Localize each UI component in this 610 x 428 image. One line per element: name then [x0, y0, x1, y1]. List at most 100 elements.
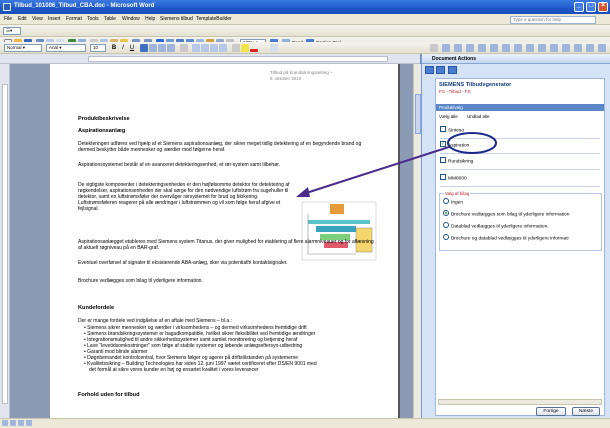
divider	[440, 169, 600, 170]
web-view-icon[interactable]	[10, 420, 16, 426]
home-icon[interactable]	[447, 66, 457, 74]
normal-view-icon[interactable]	[2, 420, 8, 426]
line-color-icon[interactable]	[574, 44, 582, 52]
shapes-icon[interactable]	[442, 44, 450, 52]
print-view-icon[interactable]	[18, 420, 24, 426]
select-all-link[interactable]: Vælg alle	[439, 114, 458, 119]
minimize-button[interactable]: _	[574, 2, 584, 12]
fill-color-icon[interactable]	[562, 44, 570, 52]
radio-none[interactable]	[443, 198, 449, 204]
divider	[440, 186, 600, 187]
radio-brochure-datasheet[interactable]	[443, 234, 449, 240]
menu-table[interactable]: Table	[104, 16, 116, 22]
formatting-toolbar: Normal ▾ Arial ▾ 10 B I U	[0, 42, 610, 54]
menu-view[interactable]: View	[32, 16, 43, 22]
menu-window[interactable]: Window	[122, 16, 140, 22]
clipart-icon[interactable]	[538, 44, 546, 52]
next-button[interactable]: Næste	[572, 407, 600, 416]
toolbar-extra: ☰▾	[0, 25, 610, 37]
help-question-input[interactable]: Type a question for help	[510, 16, 596, 24]
menu-templatebuilder[interactable]: TemplateBuilder	[196, 16, 232, 22]
drawing-tools-icon[interactable]	[430, 44, 438, 52]
forward-icon[interactable]	[436, 66, 446, 74]
close-button[interactable]: ×	[598, 2, 608, 12]
option-aspiration[interactable]: ✓ Aspiration	[440, 141, 469, 150]
document-page[interactable]: Tilbud på brandsikringsanlæg – 8. oktobe…	[50, 64, 400, 418]
menu-format[interactable]: Format	[66, 16, 82, 22]
paragraph-2: Aspirationssystemet består af en avancer…	[78, 162, 281, 168]
shadow-icon[interactable]	[586, 44, 594, 52]
menu-edit[interactable]: Edit	[18, 16, 27, 22]
benefits-intro: Der er mange fordele ved indgåelse af en…	[78, 318, 232, 324]
back-icon[interactable]	[425, 66, 434, 74]
bold-icon[interactable]: B	[110, 44, 118, 52]
styles-pane-icon[interactable]	[270, 44, 278, 52]
section-header: Produktvalg	[436, 104, 604, 111]
radio-datasheet[interactable]	[443, 222, 449, 228]
toolbar-options-dropdown[interactable]: ☰▾	[3, 27, 21, 35]
highlight-icon[interactable]	[241, 44, 249, 52]
checkbox-sinteso[interactable]	[440, 126, 446, 132]
italic-icon[interactable]: I	[119, 44, 127, 52]
checkbox-rundsikring[interactable]	[440, 157, 446, 163]
align-center-icon[interactable]	[149, 44, 157, 52]
picture-icon[interactable]	[550, 44, 558, 52]
increase-indent-icon[interactable]	[219, 44, 227, 52]
attachment-none[interactable]: Ingen	[443, 198, 463, 207]
underline-icon[interactable]: U	[128, 44, 136, 52]
menu-insert[interactable]: Insert	[48, 16, 61, 22]
generator-subtitle: FS - Tilbud - FS	[439, 89, 471, 94]
menu-siemens-tilbud[interactable]: Siemens tilbud	[160, 16, 193, 22]
oval-icon[interactable]	[490, 44, 498, 52]
option-rundsikring[interactable]: Rundsikring	[440, 157, 473, 166]
heading-product: Produktbeskrivelse	[78, 116, 130, 122]
outline-view-icon[interactable]	[26, 420, 32, 426]
paragraph-4: Aspirationsanlægget etableres med Siemen…	[78, 239, 374, 251]
paragraph-6: Brochure vedlægges som bilag til yderlig…	[78, 278, 203, 284]
font-color-icon[interactable]	[250, 49, 258, 52]
border-icon[interactable]	[232, 44, 240, 52]
style-dropdown[interactable]: Normal ▾	[4, 44, 42, 52]
previous-button[interactable]: Forrige	[536, 407, 566, 416]
align-right-icon[interactable]	[158, 44, 166, 52]
lines-icon[interactable]	[454, 44, 462, 52]
option-mm8000[interactable]: MM8000	[440, 174, 467, 183]
word-icon[interactable]	[3, 3, 11, 11]
bullets-icon[interactable]	[201, 44, 209, 52]
attachment-datasheet[interactable]: Datablad vedlægges til yderligere inform…	[443, 222, 549, 231]
wordart-icon[interactable]	[514, 44, 522, 52]
textbox-icon[interactable]	[502, 44, 510, 52]
pane-horizontal-scrollbar[interactable]	[438, 399, 602, 405]
heading-benefits: Kundefordele	[78, 305, 115, 311]
maximize-button[interactable]: □	[586, 2, 596, 12]
menu-tools[interactable]: Tools	[87, 16, 99, 22]
pane-content: SIEMENS Tilbudsgenerator FS - Tilbud - F…	[435, 78, 605, 416]
rectangle-icon[interactable]	[478, 44, 486, 52]
deselect-all-link[interactable]: Undlad alle	[467, 114, 490, 119]
menu-bar: File Edit View Insert Format Tools Table…	[0, 14, 610, 25]
checkbox-aspiration[interactable]: ✓	[440, 141, 446, 147]
attachment-brochure[interactable]: Brochure vedlægges som bilag til yderlig…	[443, 210, 569, 219]
attachment-brochure-datasheet[interactable]: Brochure og datablad vedlægges til yderl…	[443, 234, 569, 243]
style-value: Normal	[7, 45, 22, 50]
numbering-icon[interactable]	[192, 44, 200, 52]
line-spacing-icon[interactable]	[180, 44, 188, 52]
radio-brochure[interactable]	[443, 210, 449, 216]
justify-icon[interactable]	[167, 44, 175, 52]
document-scrollbar[interactable]	[413, 64, 421, 418]
align-left-icon[interactable]	[140, 44, 148, 52]
horizontal-ruler[interactable]	[0, 54, 420, 64]
checkbox-mm8000[interactable]	[440, 174, 446, 180]
pane-title: Document Actions	[422, 54, 610, 64]
diagram-icon[interactable]	[526, 44, 534, 52]
font-size-dropdown[interactable]: 10	[90, 44, 106, 52]
3d-icon[interactable]	[598, 44, 606, 52]
menu-help[interactable]: Help	[145, 16, 155, 22]
font-dropdown[interactable]: Arial ▾	[46, 44, 86, 52]
vertical-ruler[interactable]	[0, 64, 10, 418]
menu-file[interactable]: File	[4, 16, 12, 22]
arrows-icon[interactable]	[466, 44, 474, 52]
decrease-indent-icon[interactable]	[210, 44, 218, 52]
option-sinteso[interactable]: Sinteso	[440, 126, 464, 135]
document-area[interactable]: Tilbud på brandsikringsanlæg – 8. oktobe…	[10, 64, 413, 418]
